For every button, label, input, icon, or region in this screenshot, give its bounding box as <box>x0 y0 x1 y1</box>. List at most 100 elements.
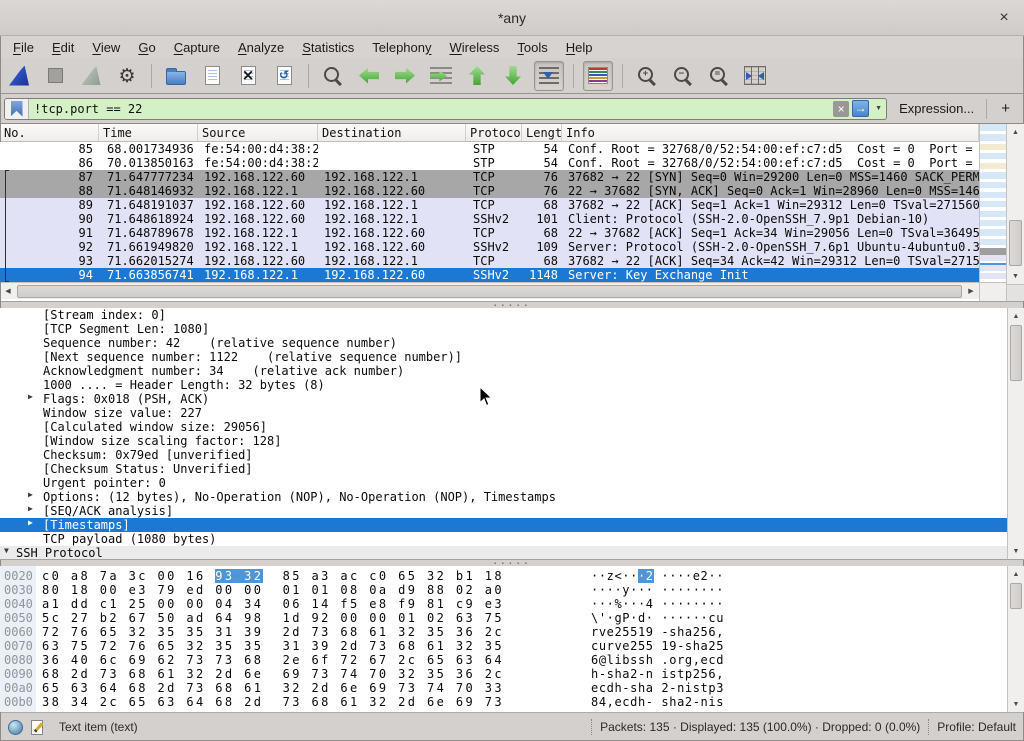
column-header-info[interactable]: Info <box>562 124 979 141</box>
hex-row-0040[interactable]: 0040a1 dd c1 25 00 00 04 34 06 14 f5 e8 … <box>0 597 1007 611</box>
menu-item-help[interactable]: Help <box>557 38 602 57</box>
hex-ascii[interactable]: ···%···4 ········ <box>591 597 724 611</box>
expert-info-icon[interactable] <box>8 720 23 735</box>
detail-line[interactable]: Acknowledgment number: 34 (relative ack … <box>0 364 1007 378</box>
column-header-len[interactable]: Length <box>522 124 562 141</box>
go-forward-button[interactable] <box>390 61 420 91</box>
detail-line[interactable]: [TCP Segment Len: 1080] <box>0 322 1007 336</box>
packet-row-92[interactable]: 9271.661949820192.168.122.1192.168.122.6… <box>0 240 979 254</box>
hex-bytes[interactable]: a1 dd c1 25 00 00 04 34 06 14 f5 e8 f9 8… <box>42 597 591 611</box>
packet-minimap[interactable] <box>979 124 1006 282</box>
display-filter-field[interactable]: × → ▼ <box>4 98 887 120</box>
hex-row-0080[interactable]: 008036 40 6c 69 62 73 73 68 2e 6f 72 67 … <box>0 653 1007 667</box>
menu-item-edit[interactable]: Edit <box>43 38 83 57</box>
go-back-button[interactable] <box>354 61 384 91</box>
scroll-right-icon[interactable]: ▶ <box>963 287 979 295</box>
zoom-reset-button[interactable] <box>704 61 734 91</box>
packet-row-94[interactable]: 9471.663856741192.168.122.1192.168.122.6… <box>0 268 979 282</box>
menu-item-wireless[interactable]: Wireless <box>441 38 509 57</box>
hex-ascii[interactable]: rve25519 -sha256, <box>591 625 724 639</box>
detail-line[interactable]: ▼SSH Protocol <box>0 546 1007 559</box>
detail-line[interactable]: ▶[Timestamps] <box>0 518 1007 532</box>
scroll-down-icon[interactable]: ▼ <box>1007 268 1024 284</box>
hex-ascii[interactable]: ecdh-sha 2-nistp3 <box>591 681 724 695</box>
detail-line[interactable]: Checksum: 0x79ed [unverified] <box>0 448 1007 462</box>
colorize-button[interactable] <box>583 61 613 91</box>
packet-row-93[interactable]: 9371.662015274192.168.122.60192.168.122.… <box>0 254 979 268</box>
packet-list-hscrollbar[interactable]: ◀ ▶ <box>0 282 979 299</box>
capture-stop-button[interactable] <box>40 61 70 91</box>
detail-line[interactable]: ▶[SEQ/ACK analysis] <box>0 504 1007 518</box>
hex-scroll-thumb[interactable] <box>1010 583 1022 609</box>
close-file-button[interactable] <box>233 61 263 91</box>
hex-ascii[interactable]: curve255 19-sha25 <box>591 639 724 653</box>
hex-row-0020[interactable]: 0020c0 a8 7a 3c 00 16 93 32 85 a3 ac c0 … <box>0 569 1007 583</box>
hex-row-0050[interactable]: 00505c 27 b2 67 50 ad 64 98 1d 92 00 00 … <box>0 611 1007 625</box>
column-header-time[interactable]: Time <box>99 124 198 141</box>
clear-filter-icon[interactable]: × <box>833 101 849 117</box>
go-bottom-button[interactable] <box>498 61 528 91</box>
hex-bytes[interactable]: 80 18 00 e3 79 ed 00 00 01 01 08 0a d9 8… <box>42 583 591 597</box>
reload-file-button[interactable] <box>269 61 299 91</box>
capture-start-button[interactable] <box>4 61 34 91</box>
zoom-in-button[interactable] <box>632 61 662 91</box>
packet-row-88[interactable]: 8871.648146932192.168.122.1192.168.122.6… <box>0 184 979 198</box>
column-header-dst[interactable]: Destination <box>318 124 466 141</box>
hex-ascii[interactable]: 6@libssh .org,ecd <box>591 653 724 667</box>
hex-ascii[interactable]: 84,ecdh- sha2-nis <box>591 695 724 709</box>
column-header-no[interactable]: No. <box>0 124 99 141</box>
packet-row-87[interactable]: 8771.647777234192.168.122.60192.168.122.… <box>0 170 979 184</box>
hex-ascii[interactable]: ····y··· ········ <box>591 583 724 597</box>
scroll-up-icon[interactable]: ▲ <box>1008 308 1024 324</box>
column-header-proto[interactable]: Protocol <box>466 124 522 141</box>
detail-line[interactable]: Sequence number: 42 (relative sequence n… <box>0 336 1007 350</box>
column-header-src[interactable]: Source <box>198 124 318 141</box>
packet-list-vscrollbar[interactable]: ▲ ▼ <box>1006 124 1024 301</box>
expand-arrow-icon[interactable]: ▶ <box>28 518 33 527</box>
close-window-icon[interactable]: × <box>994 8 1014 28</box>
expression-button[interactable]: Expression... <box>893 101 980 116</box>
hex-bytes[interactable]: 5c 27 b2 67 50 ad 64 98 1d 92 00 00 01 0… <box>42 611 591 625</box>
go-to-packet-button[interactable] <box>426 61 456 91</box>
hex-bytes[interactable]: c0 a8 7a 3c 00 16 93 32 85 a3 ac c0 65 3… <box>42 569 591 583</box>
hex-row-0060[interactable]: 006072 76 65 32 35 35 31 39 2d 73 68 61 … <box>0 625 1007 639</box>
detail-line[interactable]: [Window size scaling factor: 128] <box>0 434 1007 448</box>
add-filter-button[interactable]: + <box>993 100 1018 117</box>
profile-text[interactable]: Profile: Default <box>937 720 1016 734</box>
packet-list-header[interactable]: No.TimeSourceDestinationProtocolLengthIn… <box>0 124 979 142</box>
capture-options-button[interactable] <box>112 61 142 91</box>
expand-arrow-icon[interactable]: ▶ <box>28 490 33 499</box>
filter-dropdown-icon[interactable]: ▼ <box>871 105 886 112</box>
menu-item-capture[interactable]: Capture <box>165 38 229 57</box>
packet-row-91[interactable]: 9171.648789678192.168.122.1192.168.122.6… <box>0 226 979 240</box>
capture-comment-icon[interactable] <box>31 720 43 735</box>
open-file-button[interactable] <box>161 61 191 91</box>
details-vscrollbar[interactable]: ▲ ▼ <box>1007 308 1024 559</box>
auto-scroll-button[interactable] <box>534 61 564 91</box>
expand-arrow-icon[interactable]: ▶ <box>28 392 33 401</box>
detail-line[interactable]: 1000 .... = Header Length: 32 bytes (8) <box>0 378 1007 392</box>
resize-columns-button[interactable] <box>740 61 770 91</box>
scroll-down-icon[interactable]: ▼ <box>1008 543 1024 559</box>
detail-line[interactable]: ▶Options: (12 bytes), No-Operation (NOP)… <box>0 490 1007 504</box>
menu-item-file[interactable]: File <box>4 38 43 57</box>
hex-ascii[interactable]: ··z<···2 ····e2·· <box>591 569 724 583</box>
expand-arrow-icon[interactable]: ▶ <box>28 504 33 513</box>
hex-bytes[interactable]: 63 75 72 76 65 32 35 35 31 39 2d 73 68 6… <box>42 639 591 653</box>
hex-bytes[interactable]: 38 34 2c 65 63 64 68 2d 73 68 61 32 2d 6… <box>42 695 591 709</box>
hex-row-00a0[interactable]: 00a065 63 64 68 2d 73 68 61 32 2d 6e 69 … <box>0 681 1007 695</box>
scroll-left-icon[interactable]: ◀ <box>0 287 16 295</box>
packet-row-90[interactable]: 9071.648618924192.168.122.60192.168.122.… <box>0 212 979 226</box>
menu-item-telephony[interactable]: Telephony <box>363 38 440 57</box>
packet-row-85[interactable]: 8568.001734936fe:54:00:d4:38:2aSTP54Conf… <box>0 142 979 156</box>
hex-row-0090[interactable]: 009068 2d 73 68 61 32 2d 6e 69 73 74 70 … <box>0 667 1007 681</box>
detail-line[interactable]: [Next sequence number: 1122 (relative se… <box>0 350 1007 364</box>
hscroll-thumb[interactable] <box>17 285 962 298</box>
menu-item-go[interactable]: Go <box>129 38 164 57</box>
hex-ascii[interactable]: \'·gP·d· ······cu <box>591 611 724 625</box>
display-filter-input[interactable] <box>29 102 833 116</box>
hex-bytes[interactable]: 65 63 64 68 2d 73 68 61 32 2d 6e 69 73 7… <box>42 681 591 695</box>
packet-row-89[interactable]: 8971.648191037192.168.122.60192.168.122.… <box>0 198 979 212</box>
zoom-out-button[interactable] <box>668 61 698 91</box>
packet-row-86[interactable]: 8670.013850163fe:54:00:d4:38:2aSTP54Conf… <box>0 156 979 170</box>
